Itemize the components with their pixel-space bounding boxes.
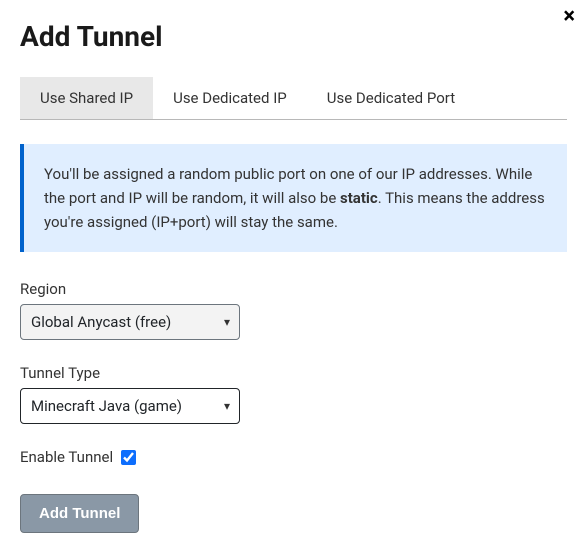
tunnel-type-label: Tunnel Type [20,364,567,382]
tab-bar: Use Shared IP Use Dedicated IP Use Dedic… [20,77,567,120]
info-box: You'll be assigned a random public port … [20,144,567,252]
dialog-title: Add Tunnel [20,20,567,53]
enable-tunnel-checkbox[interactable] [121,450,136,465]
tab-dedicated-ip[interactable]: Use Dedicated IP [153,77,307,119]
tunnel-type-select[interactable]: Minecraft Java (game) [20,388,240,424]
add-tunnel-button[interactable]: Add Tunnel [20,494,139,533]
region-select[interactable]: Global Anycast (free) [20,304,240,340]
tab-shared-ip[interactable]: Use Shared IP [20,77,153,119]
close-icon[interactable]: × [563,6,575,28]
info-text-bold: static [340,189,378,207]
enable-tunnel-label: Enable Tunnel [20,448,113,466]
tab-dedicated-port[interactable]: Use Dedicated Port [307,77,475,119]
region-label: Region [20,280,567,298]
